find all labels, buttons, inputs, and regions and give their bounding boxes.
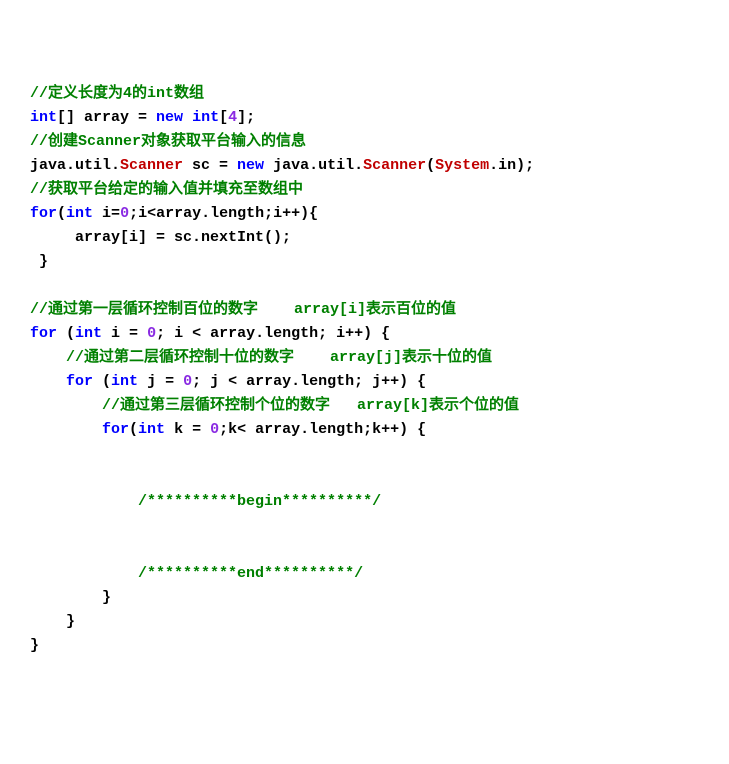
code-line: int[] array = new int[4];: [30, 106, 699, 130]
token-num: 0: [120, 205, 129, 222]
token-cls: System: [435, 157, 489, 174]
code-line: [30, 514, 699, 538]
code-line: for (int j = 0; j < array.length; j++) {: [30, 370, 699, 394]
token-txt: i =: [102, 325, 147, 342]
code-line: /**********end**********/: [30, 562, 699, 586]
token-kw: for: [30, 205, 57, 222]
token-txt: ; i < array.length; i++) {: [156, 325, 390, 342]
token-txt: ;i<array.length;i++){: [129, 205, 318, 222]
token-txt: k =: [165, 421, 210, 438]
token-kw: new: [156, 109, 183, 126]
token-txt: java.util.: [30, 157, 120, 174]
code-line: }: [30, 610, 699, 634]
token-txt: (: [129, 421, 138, 438]
token-txt: [30, 421, 102, 438]
code-line: for(int i=0;i<array.length;i++){: [30, 202, 699, 226]
token-txt: [30, 397, 102, 414]
code-line: array[i] = sc.nextInt();: [30, 226, 699, 250]
token-txt: ];: [237, 109, 255, 126]
token-txt: [30, 565, 138, 582]
code-line: for (int i = 0; i < array.length; i++) {: [30, 322, 699, 346]
token-txt: }: [30, 253, 48, 270]
code-line: [30, 442, 699, 466]
token-txt: java.util.: [264, 157, 363, 174]
token-txt: }: [30, 589, 111, 606]
code-line: java.util.Scanner sc = new java.util.Sca…: [30, 154, 699, 178]
token-cmt: //定义长度为4的int数组: [30, 85, 204, 102]
code-line: }: [30, 586, 699, 610]
token-cmt: /**********end**********/: [138, 565, 363, 582]
token-txt: [] array =: [57, 109, 156, 126]
code-line: }: [30, 634, 699, 658]
token-kw: for: [30, 325, 57, 342]
code-block: //定义长度为4的int数组int[] array = new int[4];/…: [30, 82, 699, 658]
token-kw: int: [138, 421, 165, 438]
token-kw: int: [192, 109, 219, 126]
token-txt: [30, 493, 138, 510]
token-txt: (: [93, 373, 111, 390]
token-txt: i=: [93, 205, 120, 222]
token-kw: new: [237, 157, 264, 174]
code-line: [30, 538, 699, 562]
token-cmt: //获取平台给定的输入值并填充至数组中: [30, 181, 303, 198]
token-cmt: //通过第三层循环控制个位的数字 array[k]表示个位的值: [102, 397, 519, 414]
token-txt: j =: [138, 373, 183, 390]
token-cmt: /**********begin**********/: [138, 493, 381, 510]
code-line: }: [30, 250, 699, 274]
code-line: //通过第一层循环控制百位的数字 array[i]表示百位的值: [30, 298, 699, 322]
token-txt: (: [57, 205, 66, 222]
token-kw: int: [30, 109, 57, 126]
token-txt: .in);: [489, 157, 534, 174]
code-line: //获取平台给定的输入值并填充至数组中: [30, 178, 699, 202]
token-kw: int: [66, 205, 93, 222]
token-txt: (: [426, 157, 435, 174]
code-line: //通过第二层循环控制十位的数字 array[j]表示十位的值: [30, 346, 699, 370]
token-kw: for: [66, 373, 93, 390]
token-txt: ;k< array.length;k++) {: [219, 421, 426, 438]
code-line: //创建Scanner对象获取平台输入的信息: [30, 130, 699, 154]
token-cmt: //创建Scanner对象获取平台输入的信息: [30, 133, 306, 150]
token-txt: }: [30, 613, 75, 630]
token-txt: ; j < array.length; j++) {: [192, 373, 426, 390]
code-line: [30, 466, 699, 490]
token-cmt: //通过第二层循环控制十位的数字 array[j]表示十位的值: [66, 349, 492, 366]
token-num: 0: [210, 421, 219, 438]
token-num: 0: [147, 325, 156, 342]
token-txt: sc =: [183, 157, 237, 174]
code-line: /**********begin**********/: [30, 490, 699, 514]
token-kw: int: [75, 325, 102, 342]
token-cls: Scanner: [120, 157, 183, 174]
token-txt: [30, 373, 66, 390]
token-txt: (: [57, 325, 75, 342]
code-line: //通过第三层循环控制个位的数字 array[k]表示个位的值: [30, 394, 699, 418]
token-cls: Scanner: [363, 157, 426, 174]
token-txt: [: [219, 109, 228, 126]
code-line: [30, 274, 699, 298]
code-line: for(int k = 0;k< array.length;k++) {: [30, 418, 699, 442]
token-txt: array[i] = sc.nextInt();: [30, 229, 291, 246]
token-num: 0: [183, 373, 192, 390]
token-kw: int: [111, 373, 138, 390]
token-txt: [183, 109, 192, 126]
token-txt: [30, 349, 66, 366]
token-cmt: //通过第一层循环控制百位的数字 array[i]表示百位的值: [30, 301, 456, 318]
token-kw: for: [102, 421, 129, 438]
token-txt: }: [30, 637, 39, 654]
code-line: //定义长度为4的int数组: [30, 82, 699, 106]
token-num: 4: [228, 109, 237, 126]
